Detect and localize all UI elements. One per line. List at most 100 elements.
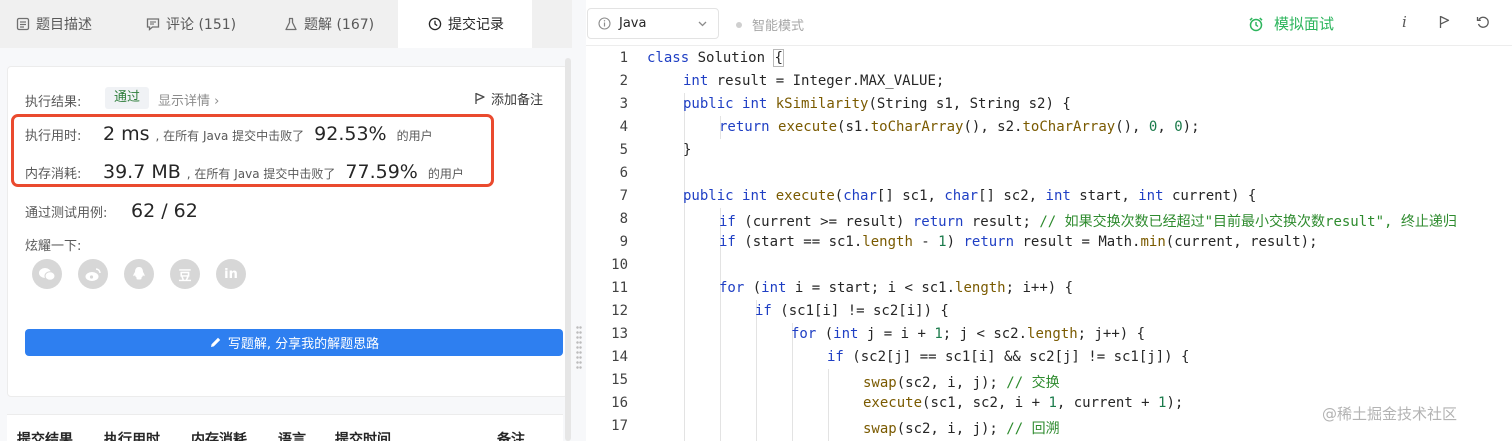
code-line: for (int i = start; i < sc1.length; i++)… [719,280,1074,296]
tests-row: 通过测试用例: 62 / 62 [25,200,198,222]
col-runtime[interactable]: 执行用时 [104,429,160,441]
line-number: 7 [619,188,628,204]
col-result[interactable]: 提交结果 [17,429,73,441]
runtime-suffix: 的用户 [396,129,433,143]
runtime-percent: 92.53% [314,123,387,145]
indent-guide [756,300,757,441]
code-line: swap(sc2, i, j); // 回溯 [863,421,1060,437]
clock-icon [428,17,442,31]
qq-icon[interactable] [124,259,154,289]
code-line: if (current >= result) return result; //… [719,214,1457,230]
col-submit-time[interactable]: 提交时间 [335,429,391,441]
alarm-clock-icon [1249,16,1263,31]
memory-suffix: 的用户 [427,167,464,181]
chevron-down-icon [697,18,708,33]
code-line: execute(sc1, sc2, i + 1, current + 1); [863,395,1184,411]
code-editor[interactable]: 1 2 3 4 5 6 7 8 9 10 11 12 13 14 15 16 1… [586,47,1512,441]
runtime-text: , 在所有 Java 提交中击败了 [155,129,305,143]
panel-divider[interactable] [572,0,586,441]
flask-icon [284,17,298,31]
watermark: @稀土掘金技术社区 [1322,405,1458,423]
drag-handle[interactable] [576,325,582,370]
mock-interview-button[interactable]: 模拟面试 [1248,13,1334,34]
write-solution-button[interactable]: 写题解, 分享我的解题思路 [25,329,563,356]
share-icons: 豆 in [32,259,262,289]
smart-mode-label: 智能模式 [752,19,805,34]
line-number: 1 [619,50,628,66]
line-number: 9 [619,234,628,250]
memory-value: 39.7 MB [103,161,181,183]
info-icon[interactable]: i [1402,13,1407,31]
line-number: 17 [611,418,628,434]
runtime-value: 2 ms [103,123,150,145]
tab-bar: 题目描述 评论 (151) 题解 (167) 提交记录 [0,0,572,48]
tab-label: 评论 (151) [166,17,237,33]
line-number: 3 [619,96,628,112]
status-badge: 通过 [105,87,150,109]
tab-label: 题目描述 [36,17,92,33]
tab-label: 题解 (167) [304,17,375,33]
left-panel: 题目描述 评论 (151) 题解 (167) 提交记录 执行结果: 通过 显示详… [0,0,572,441]
tab-description[interactable]: 题目描述 [0,0,112,48]
line-number: 11 [611,280,628,296]
tests-label: 通过测试用例: [25,206,108,221]
status-dot [736,21,742,28]
line-number: 13 [611,326,628,342]
douban-icon[interactable]: 豆 [170,259,200,289]
language-select[interactable]: Java [587,8,719,39]
reset-icon[interactable] [1476,15,1490,29]
indent-guide [828,369,829,441]
show-details-link[interactable]: 显示详情 › [158,90,219,109]
wechat-icon[interactable] [32,259,62,289]
line-number: 2 [619,73,628,89]
description-icon [16,17,30,31]
tab-label: 提交记录 [448,17,504,33]
flag-icon[interactable] [1438,15,1451,29]
flag-icon [475,92,485,104]
add-note-button[interactable]: 添加备注 [474,89,543,108]
line-number: 8 [619,211,628,227]
comment-icon [146,17,160,31]
editor-panel: Java 智能模式 模拟面试 i 1 2 3 4 5 6 7 8 9 10 11… [586,0,1512,441]
col-memory[interactable]: 内存消耗 [191,429,247,441]
runtime-row: 执行用时: 2 ms , 在所有 Java 提交中击败了 92.53% 的用户 [25,123,433,145]
line-number: 16 [611,395,628,411]
result-label: 执行结果: [25,95,82,110]
memory-row: 内存消耗: 39.7 MB , 在所有 Java 提交中击败了 77.59% 的… [25,161,464,183]
code-line: public int kSimilarity(String s1, String… [683,96,1071,112]
code-line: if (sc2[j] == sc1[i] && sc2[j] != sc1[j]… [827,349,1190,365]
tab-comments[interactable]: 评论 (151) [132,0,260,48]
line-number: 14 [611,349,628,365]
code-line: for (int j = i + 1; j < sc2.length; j++)… [791,326,1146,342]
weibo-icon[interactable] [78,259,108,289]
tab-solutions[interactable]: 题解 (167) [270,0,398,48]
memory-text: , 在所有 Java 提交中击败了 [186,167,336,181]
info-circle-icon [598,17,611,30]
code-line: public int execute(char[] sc1, char[] sc… [683,188,1257,204]
code-line: } [683,142,692,158]
code-line: class Solution { [647,49,784,67]
mock-interview-label: 模拟面试 [1274,15,1335,33]
line-number: 4 [619,119,628,135]
col-note[interactable]: 备注 [497,429,525,441]
share-label: 炫耀一下: [25,239,82,254]
code-line: if (sc1[i] != sc2[i]) { [755,303,949,319]
col-language[interactable]: 语言 [278,429,306,441]
line-number: 6 [619,165,628,181]
tab-submissions[interactable]: 提交记录 [398,0,532,48]
line-number: 5 [619,142,628,158]
code-line: return execute(s1.toCharArray(), s2.toCh… [719,119,1200,135]
code-line: int result = Integer.MAX_VALUE; [683,73,945,89]
line-number: 10 [611,257,628,273]
code-line: if (start == sc1.length - 1) return resu… [719,234,1318,250]
tests-value: 62 / 62 [131,200,198,222]
left-scrollbar[interactable] [565,58,571,441]
memory-label: 内存消耗: [25,167,82,182]
editor-toolbar: Java 智能模式 模拟面试 i [586,0,1512,46]
line-number: 15 [611,372,628,388]
smart-mode-toggle[interactable]: 智能模式 [736,15,804,34]
linkedin-icon[interactable]: in [216,259,246,289]
memory-percent: 77.59% [345,161,418,183]
code-line: swap(sc2, i, j); // 交换 [863,375,1060,391]
pencil-icon [210,337,221,347]
